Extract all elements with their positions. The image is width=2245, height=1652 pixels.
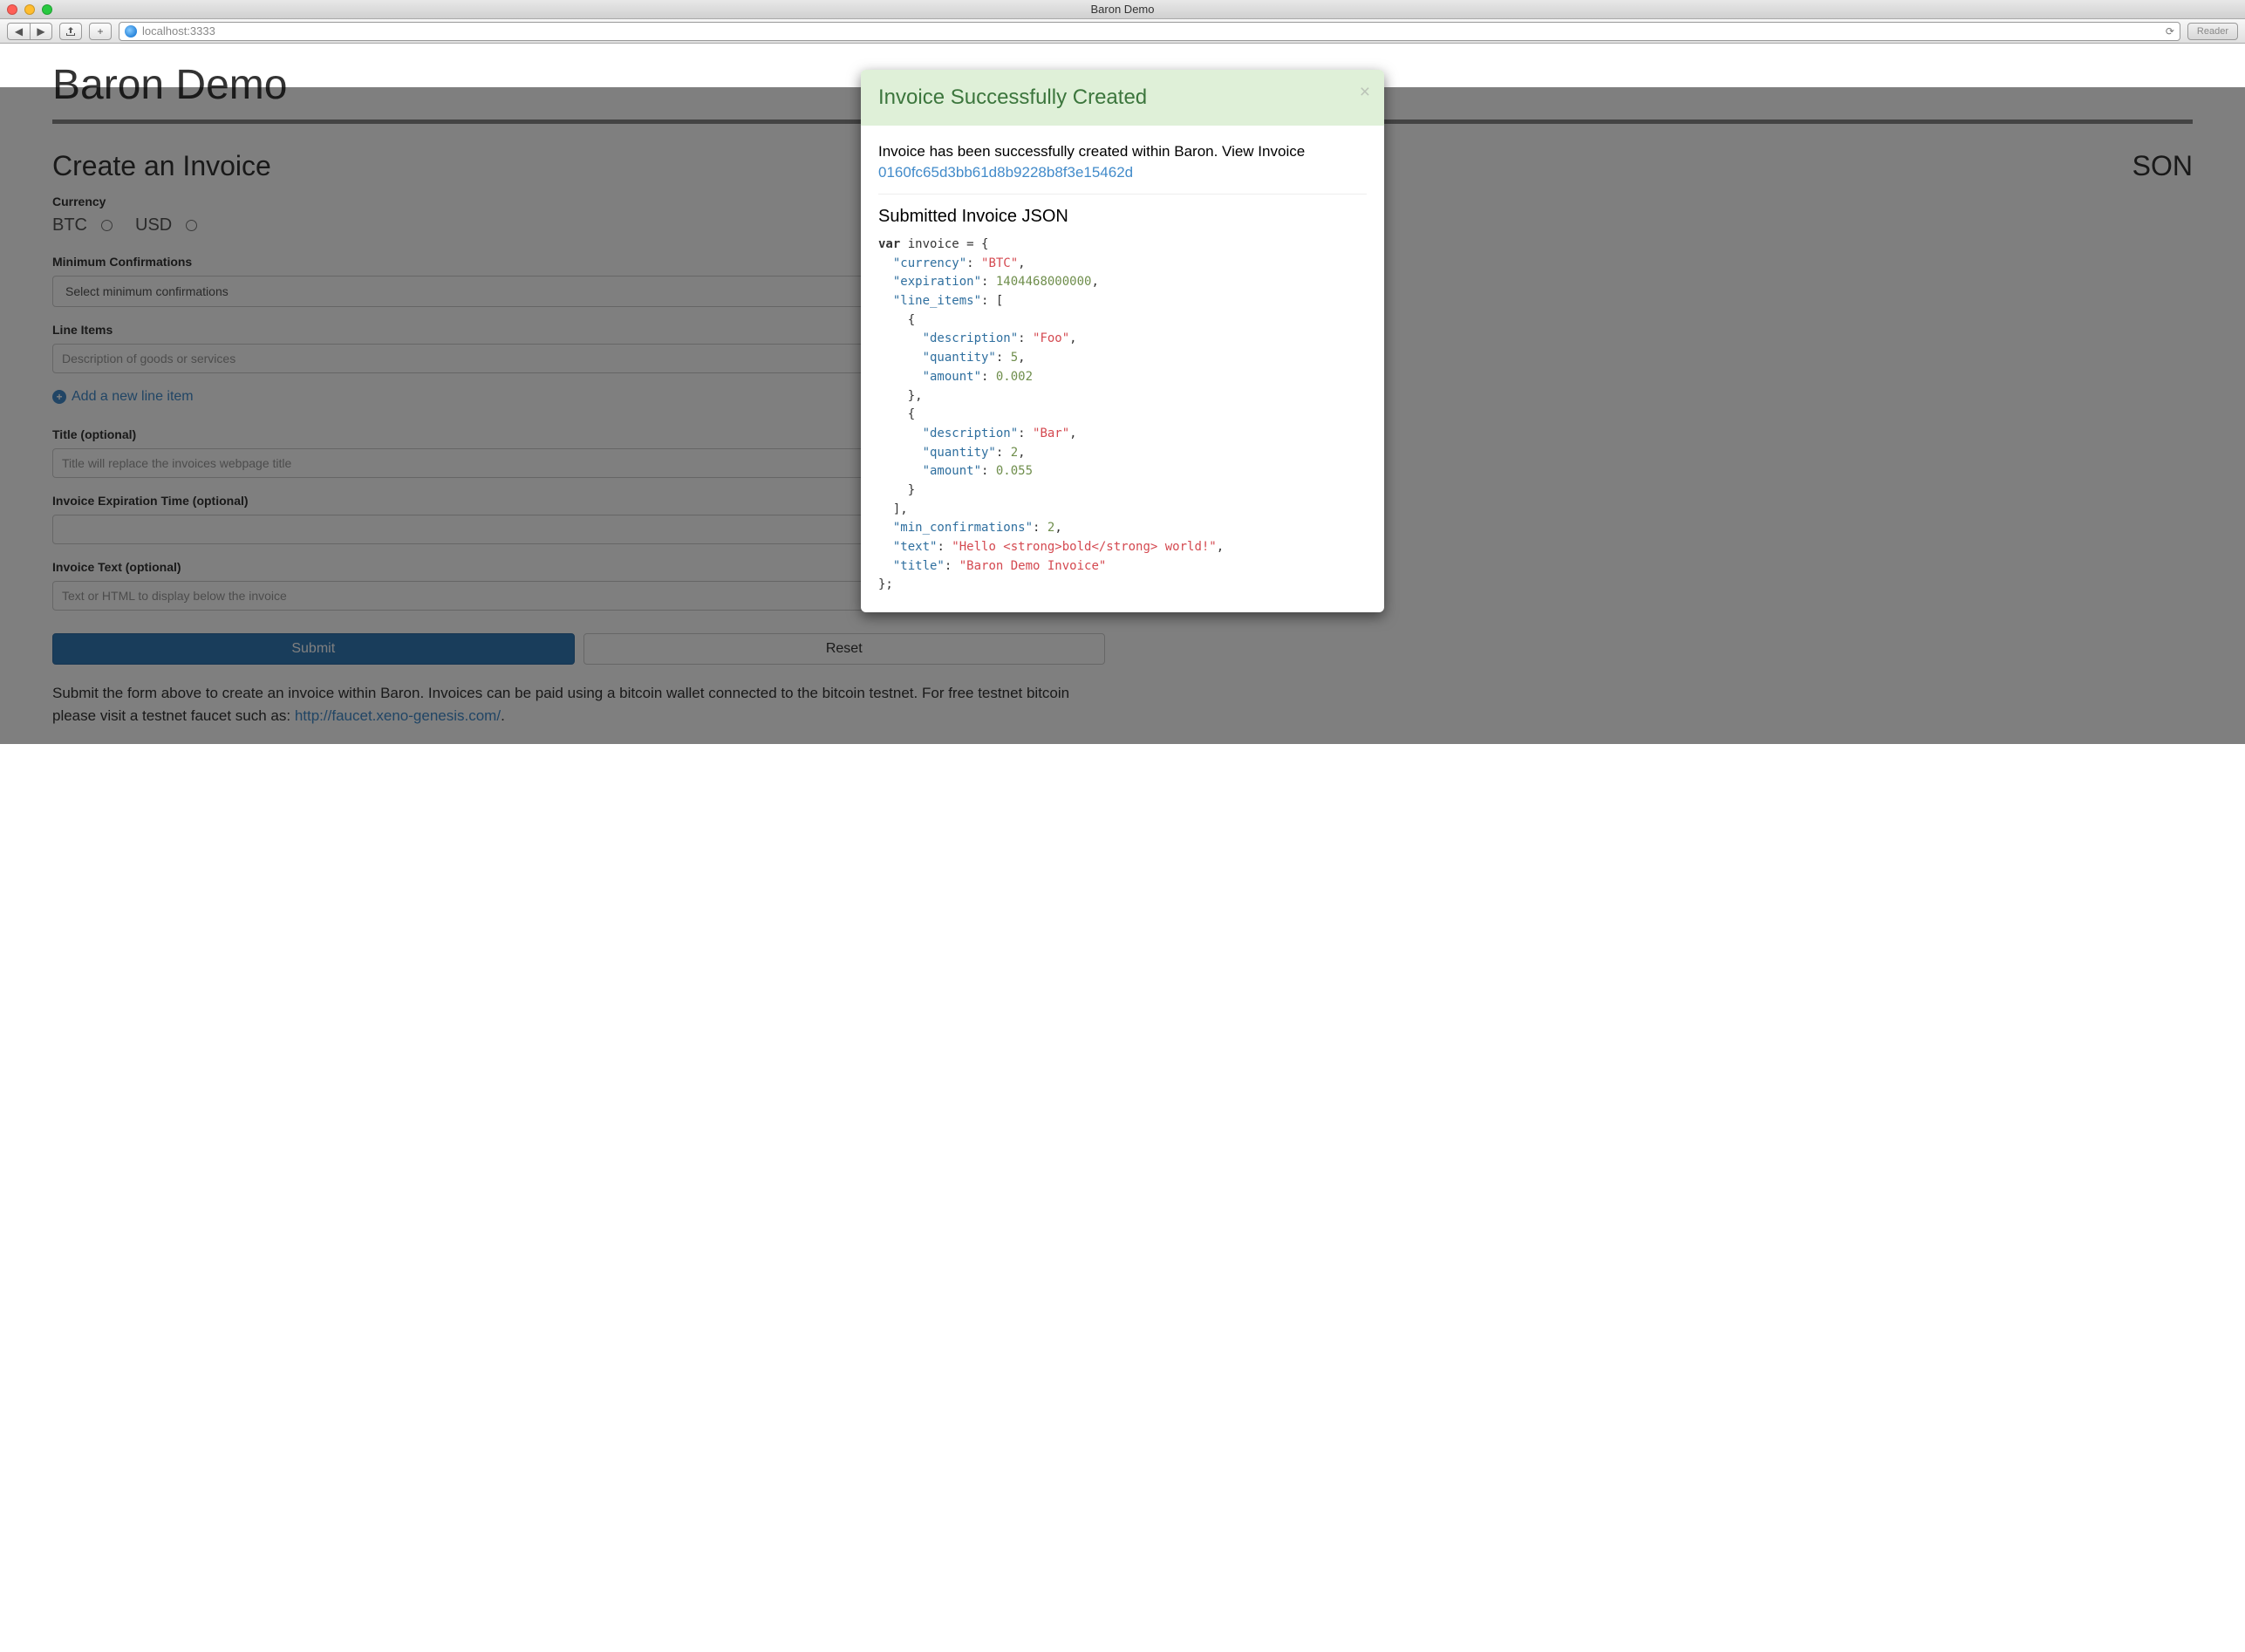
window-title: Baron Demo: [1091, 3, 1155, 16]
forward-button[interactable]: ▶: [30, 23, 52, 40]
address-bar[interactable]: localhost:3333 ⟳: [119, 22, 2180, 41]
modal-header: Invoice Successfully Created ×: [861, 70, 1384, 126]
close-window-button[interactable]: [7, 4, 17, 15]
globe-icon: [125, 25, 137, 38]
add-button[interactable]: +: [89, 23, 112, 40]
window-titlebar: Baron Demo: [0, 0, 2245, 19]
share-icon: [65, 26, 76, 37]
modal-message: Invoice has been successfully created wi…: [878, 143, 1367, 160]
browser-toolbar: ◀ ▶ + localhost:3333 ⟳ Reader: [0, 19, 2245, 44]
modal-subtitle: Submitted Invoice JSON: [878, 207, 1367, 227]
modal-close-button[interactable]: ×: [1360, 82, 1370, 103]
reader-button[interactable]: Reader: [2187, 23, 2238, 40]
back-button[interactable]: ◀: [7, 23, 30, 40]
share-button[interactable]: [59, 23, 82, 40]
modal-title: Invoice Successfully Created: [878, 85, 1367, 110]
modal-divider: [878, 194, 1367, 195]
json-code-block: var invoice = { "currency": "BTC", "expi…: [878, 236, 1367, 595]
success-modal: Invoice Successfully Created × Invoice h…: [861, 70, 1384, 612]
reload-icon[interactable]: ⟳: [2166, 25, 2174, 38]
invoice-id-link[interactable]: 0160fc65d3bb61d8b9228b8f3e15462d: [878, 164, 1133, 181]
minimize-window-button[interactable]: [24, 4, 35, 15]
zoom-window-button[interactable]: [42, 4, 52, 15]
url-text: localhost:3333: [142, 24, 2160, 38]
